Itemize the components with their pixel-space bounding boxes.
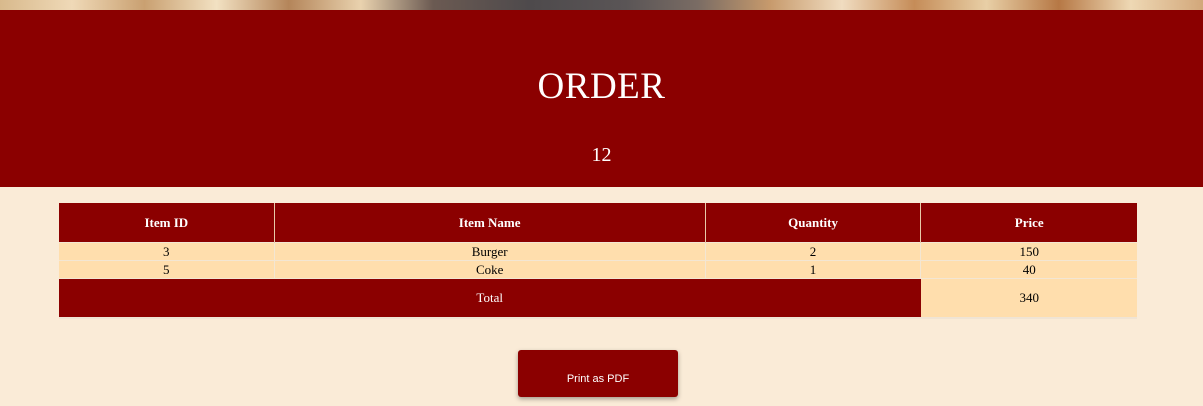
cell-quantity: 1	[705, 260, 922, 279]
order-number: 12	[591, 144, 612, 166]
cell-item-id: 3	[59, 242, 275, 261]
column-header-price: Price	[920, 203, 1137, 243]
table-row: 5 Coke 1 40	[59, 260, 1137, 279]
cell-item-name: Burger	[274, 242, 706, 261]
cell-price: 150	[920, 242, 1137, 261]
column-header-item-id: Item ID	[59, 203, 275, 243]
table-header-row: Item ID Item Name Quantity Price	[59, 203, 1137, 243]
column-header-quantity: Quantity	[705, 203, 922, 243]
total-label: Total	[59, 278, 922, 318]
page-title: ORDER	[537, 66, 666, 107]
column-header-item-name: Item Name	[274, 203, 706, 243]
cell-price: 40	[920, 260, 1137, 279]
order-items-table: Item ID Item Name Quantity Price 3 Burge…	[59, 203, 1137, 319]
print-as-pdf-button[interactable]: Print as PDF	[518, 350, 678, 397]
total-row: Total 340	[59, 278, 1137, 318]
order-header: ORDER 12	[0, 10, 1203, 187]
cell-item-id: 5	[59, 260, 275, 279]
table-row: 3 Burger 2 150	[59, 242, 1137, 261]
cell-quantity: 2	[705, 242, 922, 261]
cell-item-name: Coke	[274, 260, 706, 279]
total-value: 340	[920, 278, 1137, 318]
food-banner-image	[0, 0, 1203, 10]
